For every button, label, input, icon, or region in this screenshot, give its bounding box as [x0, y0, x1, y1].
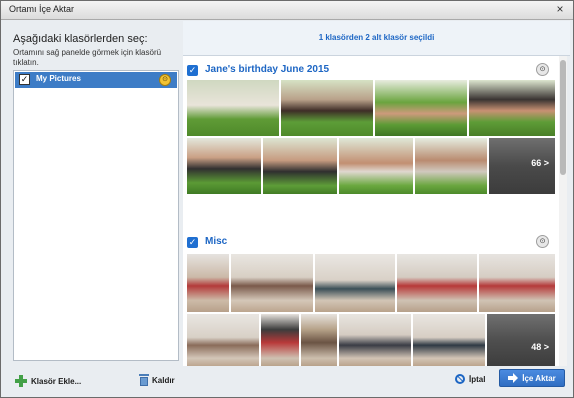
- group-header-birthday: ✓ Jane's birthday June 2015 ⊙: [187, 62, 557, 78]
- photo-thumbnail[interactable]: [375, 80, 467, 136]
- remove-folder-button[interactable]: Kaldır: [139, 373, 175, 387]
- group-checkbox[interactable]: ✓: [187, 237, 198, 248]
- more-photos-count: 48 >: [531, 342, 549, 352]
- photo-thumbnail[interactable]: [187, 254, 229, 312]
- add-folder-button[interactable]: Klasör Ekle...: [15, 374, 81, 388]
- group-header-misc: ✓ Misc ⊙: [187, 234, 557, 250]
- photo-thumbnail[interactable]: [187, 80, 279, 136]
- media-panel: 1 klasörden 2 alt klasör seçildi ✓ Jane'…: [183, 21, 570, 391]
- add-folder-label: Klasör Ekle...: [31, 376, 82, 386]
- photo-thumbnail[interactable]: [261, 314, 299, 366]
- photo-thumbnail[interactable]: [187, 314, 259, 366]
- group-name: Misc: [205, 236, 228, 247]
- photo-thumbnail[interactable]: [479, 254, 555, 312]
- folder-tree: ✓ My Pictures ⊙: [13, 70, 179, 361]
- scrollbar-thumb[interactable]: [560, 60, 566, 175]
- folder-panel-title: Aşağıdaki klasörlerden seç:: [13, 33, 148, 45]
- group-checkbox[interactable]: ✓: [187, 65, 198, 76]
- folder-panel-description: Ortamını sağ panelde görmek için klasörü…: [13, 48, 162, 67]
- photo-thumbnail[interactable]: [187, 138, 261, 194]
- thumbnail-area: ✓ Jane's birthday June 2015 ⊙ 66 > ✓ Mis…: [183, 56, 559, 366]
- selection-status: 1 klasörden 2 alt klasör seçildi: [318, 33, 435, 42]
- photo-thumbnail[interactable]: [301, 314, 337, 366]
- binoculars-icon[interactable]: ⊙: [536, 235, 549, 248]
- remove-folder-label: Kaldır: [152, 375, 175, 385]
- folder-label: My Pictures: [36, 74, 81, 83]
- plus-icon: [15, 375, 27, 387]
- cancel-button[interactable]: İptal: [455, 372, 485, 386]
- cancel-icon: [455, 374, 465, 384]
- folder-checkbox[interactable]: ✓: [19, 74, 30, 85]
- folder-panel: Aşağıdaki klasörlerden seç: Ortamını sağ…: [7, 23, 179, 393]
- photo-thumbnail[interactable]: [263, 138, 337, 194]
- cancel-label: İptal: [469, 374, 486, 384]
- photo-thumbnail[interactable]: [231, 254, 313, 312]
- import-label: İçe Aktar: [522, 373, 556, 383]
- import-media-window: Ortamı İçe Aktar × Aşağıdaki klasörlerde…: [0, 0, 574, 398]
- binoculars-icon[interactable]: ⊙: [159, 74, 171, 86]
- photo-thumbnail[interactable]: [469, 80, 555, 136]
- photo-thumbnail[interactable]: [339, 138, 413, 194]
- group-name: Jane's birthday June 2015: [205, 64, 330, 75]
- window-title: Ortamı İçe Aktar: [9, 4, 75, 14]
- more-photos-tile[interactable]: 66 >: [489, 138, 555, 194]
- vertical-scrollbar[interactable]: [559, 56, 567, 366]
- import-arrow-icon: [508, 373, 519, 383]
- photo-thumbnail[interactable]: [339, 314, 411, 366]
- close-icon[interactable]: ×: [553, 2, 567, 16]
- binoculars-icon[interactable]: ⊙: [536, 63, 549, 76]
- more-photos-count: 66 >: [531, 158, 549, 168]
- media-panel-header: 1 klasörden 2 alt klasör seçildi: [183, 21, 570, 56]
- trash-icon: [139, 374, 149, 386]
- folder-item-my-pictures[interactable]: ✓ My Pictures ⊙: [15, 72, 177, 88]
- photo-thumbnail[interactable]: [413, 314, 485, 366]
- action-bar: İptal İçe Aktar: [183, 367, 570, 391]
- title-bar: Ortamı İçe Aktar ×: [1, 1, 573, 20]
- photo-thumbnail[interactable]: [281, 80, 373, 136]
- import-button[interactable]: İçe Aktar: [499, 369, 565, 387]
- photo-thumbnail[interactable]: [397, 254, 477, 312]
- more-photos-tile[interactable]: 48 >: [487, 314, 555, 366]
- photo-thumbnail[interactable]: [415, 138, 487, 194]
- photo-thumbnail[interactable]: [315, 254, 395, 312]
